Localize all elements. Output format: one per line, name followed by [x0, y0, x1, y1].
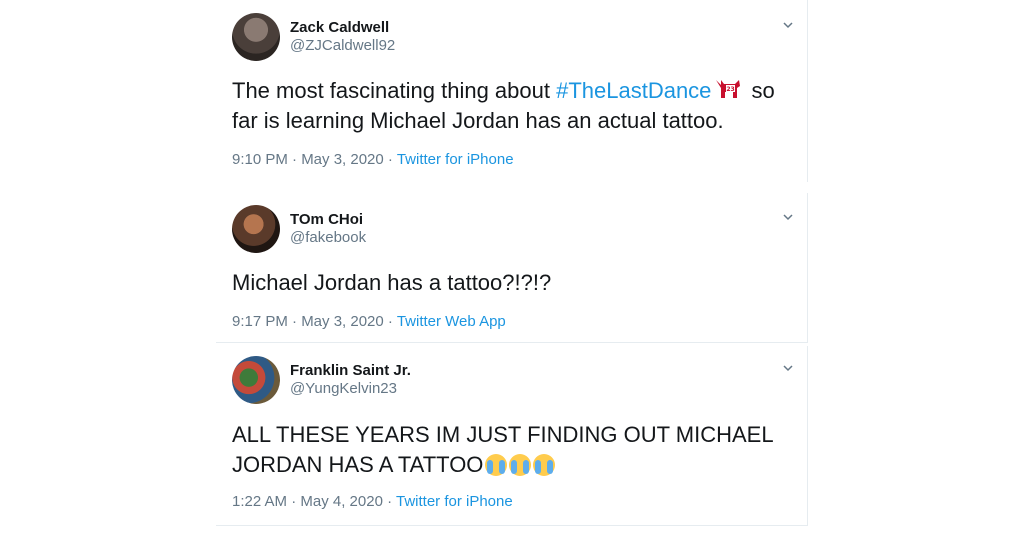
user-handle[interactable]: @ZJCaldwell92 — [290, 37, 395, 54]
avatar[interactable] — [232, 356, 280, 404]
avatar[interactable] — [232, 205, 280, 253]
display-name[interactable]: Franklin Saint Jr. — [290, 362, 411, 379]
timestamp[interactable]: 1:22 AM · May 4, 2020 · — [232, 493, 396, 510]
timestamp[interactable]: 9:10 PM · May 3, 2020 · — [232, 151, 397, 168]
tweet-text: Michael Jordan has a tattoo?!?!? — [232, 270, 552, 295]
tweet-text: ALL THESE YEARS IM JUST FINDING OUT MICH… — [232, 420, 792, 480]
tweet-card[interactable]: TOm CHoi @fakebook Michael Jordan has a … — [216, 193, 808, 343]
source-link[interactable]: Twitter for iPhone — [397, 151, 514, 168]
goat-23-icon: 23 — [716, 80, 741, 98]
user-handle[interactable]: @fakebook — [290, 229, 366, 246]
tweet-text: The most fascinating thing about #TheLas… — [232, 76, 792, 136]
display-name[interactable]: TOm CHoi — [290, 211, 363, 228]
loudly-crying-face-icon — [533, 454, 556, 476]
tweet-meta: 9:17 PM · May 3, 2020 · Twitter Web App — [232, 313, 506, 330]
loudly-crying-face-icon — [485, 454, 508, 476]
tweet-card[interactable]: Franklin Saint Jr. @YungKelvin23 ALL THE… — [216, 346, 808, 526]
source-link[interactable]: Twitter for iPhone — [396, 493, 513, 510]
tweet-card[interactable]: Zack Caldwell @ZJCaldwell92 The most fas… — [216, 0, 808, 182]
chevron-down-icon[interactable] — [783, 212, 793, 222]
avatar[interactable] — [232, 13, 280, 61]
source-link[interactable]: Twitter Web App — [397, 313, 506, 330]
user-handle[interactable]: @YungKelvin23 — [290, 380, 397, 397]
loudly-crying-face-icon — [509, 454, 532, 476]
svg-text:23: 23 — [727, 86, 735, 93]
tweet-meta: 9:10 PM · May 3, 2020 · Twitter for iPho… — [232, 151, 514, 168]
tweet-text-before: The most fascinating thing about — [232, 78, 557, 103]
chevron-down-icon[interactable] — [783, 20, 793, 30]
chevron-down-icon[interactable] — [783, 363, 793, 373]
tweet-meta: 1:22 AM · May 4, 2020 · Twitter for iPho… — [232, 493, 513, 510]
display-name[interactable]: Zack Caldwell — [290, 19, 389, 36]
hashtag-link[interactable]: #TheLastDance — [556, 78, 711, 103]
timestamp[interactable]: 9:17 PM · May 3, 2020 · — [232, 313, 397, 330]
